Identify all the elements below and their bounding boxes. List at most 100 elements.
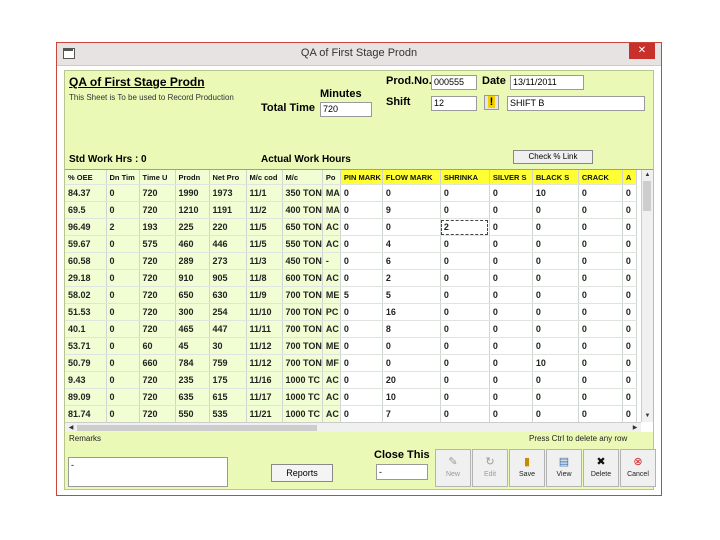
table-cell[interactable]: 0 xyxy=(106,388,140,406)
table-cell[interactable]: 11/5 xyxy=(246,235,283,253)
table-cell[interactable]: 0 xyxy=(622,235,637,253)
table-cell[interactable]: 350 TON xyxy=(282,184,323,202)
table-cell[interactable]: 700 TON xyxy=(282,354,323,372)
table-cell[interactable]: 0 xyxy=(578,201,623,219)
table-cell[interactable]: 0 xyxy=(440,354,490,372)
table-cell[interactable]: 0 xyxy=(440,337,490,355)
table-cell[interactable]: 0 xyxy=(622,303,637,321)
table-cell[interactable]: 0 xyxy=(340,218,383,236)
table-cell[interactable]: 700 TON xyxy=(282,303,323,321)
table-cell[interactable]: 0 xyxy=(382,354,441,372)
table-cell[interactable]: 535 xyxy=(209,405,247,423)
table-cell[interactable]: 550 TON xyxy=(282,235,323,253)
column-header[interactable]: SHRINKA xyxy=(440,170,490,185)
table-cell[interactable]: 58.02 xyxy=(65,286,107,304)
table-cell[interactable]: 0 xyxy=(489,269,533,287)
table-cell[interactable]: 460 xyxy=(175,235,210,253)
table-cell[interactable]: 8 xyxy=(382,320,441,338)
table-cell[interactable]: AC xyxy=(322,388,341,406)
table-cell[interactable]: 289 xyxy=(175,252,210,270)
table-cell[interactable]: 0 xyxy=(532,337,579,355)
table-cell[interactable]: 29.18 xyxy=(65,269,107,287)
date-input[interactable]: 13/11/2011 xyxy=(510,75,584,90)
table-cell[interactable]: 0 xyxy=(532,371,579,389)
column-header[interactable]: BLACK S xyxy=(532,170,579,185)
table-cell[interactable]: 69.5 xyxy=(65,201,107,219)
table-cell[interactable]: 0 xyxy=(440,388,490,406)
table-row[interactable]: 53.71 0 60 45 30 11/12 700 TON ME 0 0 0 0 0 0 0 xyxy=(65,337,637,355)
table-cell[interactable]: 0 xyxy=(106,201,140,219)
table-cell[interactable]: 0 xyxy=(578,303,623,321)
table-cell[interactable]: 0 xyxy=(489,235,533,253)
table-cell[interactable]: 0 xyxy=(622,201,637,219)
table-cell[interactable]: AC xyxy=(322,405,341,423)
prod-no-input[interactable]: 000555 xyxy=(431,75,477,90)
table-cell[interactable]: 635 xyxy=(175,388,210,406)
table-cell[interactable]: 720 xyxy=(139,405,176,423)
table-cell[interactable]: 0 xyxy=(440,286,490,304)
table-cell[interactable]: 4 xyxy=(382,235,441,253)
table-cell[interactable]: PC xyxy=(322,303,341,321)
table-cell[interactable]: 0 xyxy=(489,371,533,389)
table-cell[interactable]: 0 xyxy=(440,371,490,389)
table-cell[interactable]: 0 xyxy=(532,252,579,270)
table-cell[interactable]: 0 xyxy=(440,405,490,423)
table-row[interactable]: 60.58 0 720 289 273 11/3 450 TON -0 6 0 0 0 0 0 xyxy=(65,252,637,270)
table-cell[interactable]: 0 xyxy=(340,354,383,372)
table-cell[interactable]: 660 xyxy=(139,354,176,372)
table-row[interactable]: 81.74 0 720 550 535 11/21 1000 TC AC 0 7 0 0 0 0 0 xyxy=(65,405,637,423)
table-cell[interactable]: 720 xyxy=(139,371,176,389)
shift-input[interactable]: 12 xyxy=(431,96,477,111)
table-cell[interactable]: 5 xyxy=(382,286,441,304)
table-cell[interactable]: 0 xyxy=(489,184,533,202)
table-cell[interactable]: AC xyxy=(322,320,341,338)
table-cell[interactable]: 0 xyxy=(532,320,579,338)
table-cell[interactable]: 720 xyxy=(139,286,176,304)
table-row[interactable]: 51.53 0 720 300 254 11/10 700 TON PC 0 16 0 0 0 0 0 xyxy=(65,303,637,321)
table-cell[interactable]: 0 xyxy=(578,405,623,423)
table-cell[interactable]: 60.58 xyxy=(65,252,107,270)
table-cell[interactable]: 1973 xyxy=(209,184,247,202)
close-this-input[interactable]: - xyxy=(376,464,428,480)
table-cell[interactable]: 0 xyxy=(532,405,579,423)
table-cell[interactable]: 400 TON xyxy=(282,201,323,219)
table-cell[interactable]: 0 xyxy=(489,354,533,372)
horizontal-scroll-thumb[interactable] xyxy=(77,425,317,431)
table-cell[interactable]: 59.67 xyxy=(65,235,107,253)
table-cell[interactable]: 193 xyxy=(139,218,176,236)
table-row[interactable]: 9.43 0 720 235 175 11/16 1000 TC AC 0 20 0 0 0 0 0 xyxy=(65,371,637,389)
check-link-button[interactable]: Check % Link xyxy=(513,150,593,164)
table-cell[interactable]: 11/8 xyxy=(246,269,283,287)
column-header[interactable]: M/c xyxy=(282,170,323,185)
table-cell[interactable]: 0 xyxy=(578,337,623,355)
column-header[interactable]: Dn Tim xyxy=(106,170,140,185)
table-cell[interactable]: 446 xyxy=(209,235,247,253)
table-cell[interactable]: 0 xyxy=(440,235,490,253)
table-cell[interactable]: 700 TON xyxy=(282,320,323,338)
table-cell[interactable]: 905 xyxy=(209,269,247,287)
table-cell[interactable]: 9.43 xyxy=(65,371,107,389)
reports-button[interactable]: Reports xyxy=(271,464,333,482)
table-cell[interactable]: 11/11 xyxy=(246,320,283,338)
remarks-input[interactable]: - xyxy=(68,457,228,487)
table-cell[interactable]: 1210 xyxy=(175,201,210,219)
table-cell[interactable]: 11/9 xyxy=(246,286,283,304)
table-cell[interactable]: - xyxy=(322,252,341,270)
table-cell[interactable]: 0 xyxy=(340,303,383,321)
window-close-button[interactable]: ✕ xyxy=(629,43,655,59)
table-cell[interactable]: 0 xyxy=(578,252,623,270)
table-cell[interactable]: 2 xyxy=(106,218,140,236)
table-cell[interactable]: 700 TON xyxy=(282,337,323,355)
table-cell[interactable]: 0 xyxy=(340,184,383,202)
table-cell[interactable]: 0 xyxy=(578,320,623,338)
table-cell[interactable]: 720 xyxy=(139,269,176,287)
table-cell[interactable]: 11/12 xyxy=(246,354,283,372)
table-cell[interactable]: 650 xyxy=(175,286,210,304)
table-cell[interactable]: 0 xyxy=(622,252,637,270)
table-cell[interactable]: 0 xyxy=(622,218,637,236)
table-cell[interactable]: 220 xyxy=(209,218,247,236)
table-cell[interactable]: 96.49 xyxy=(65,218,107,236)
table-cell[interactable]: 720 xyxy=(139,320,176,338)
table-row[interactable]: 84.37 0 720 1990 1973 11/1 350 TON MA 0 0 0 0 10 0 0 xyxy=(65,184,637,202)
table-cell[interactable]: 11/10 xyxy=(246,303,283,321)
